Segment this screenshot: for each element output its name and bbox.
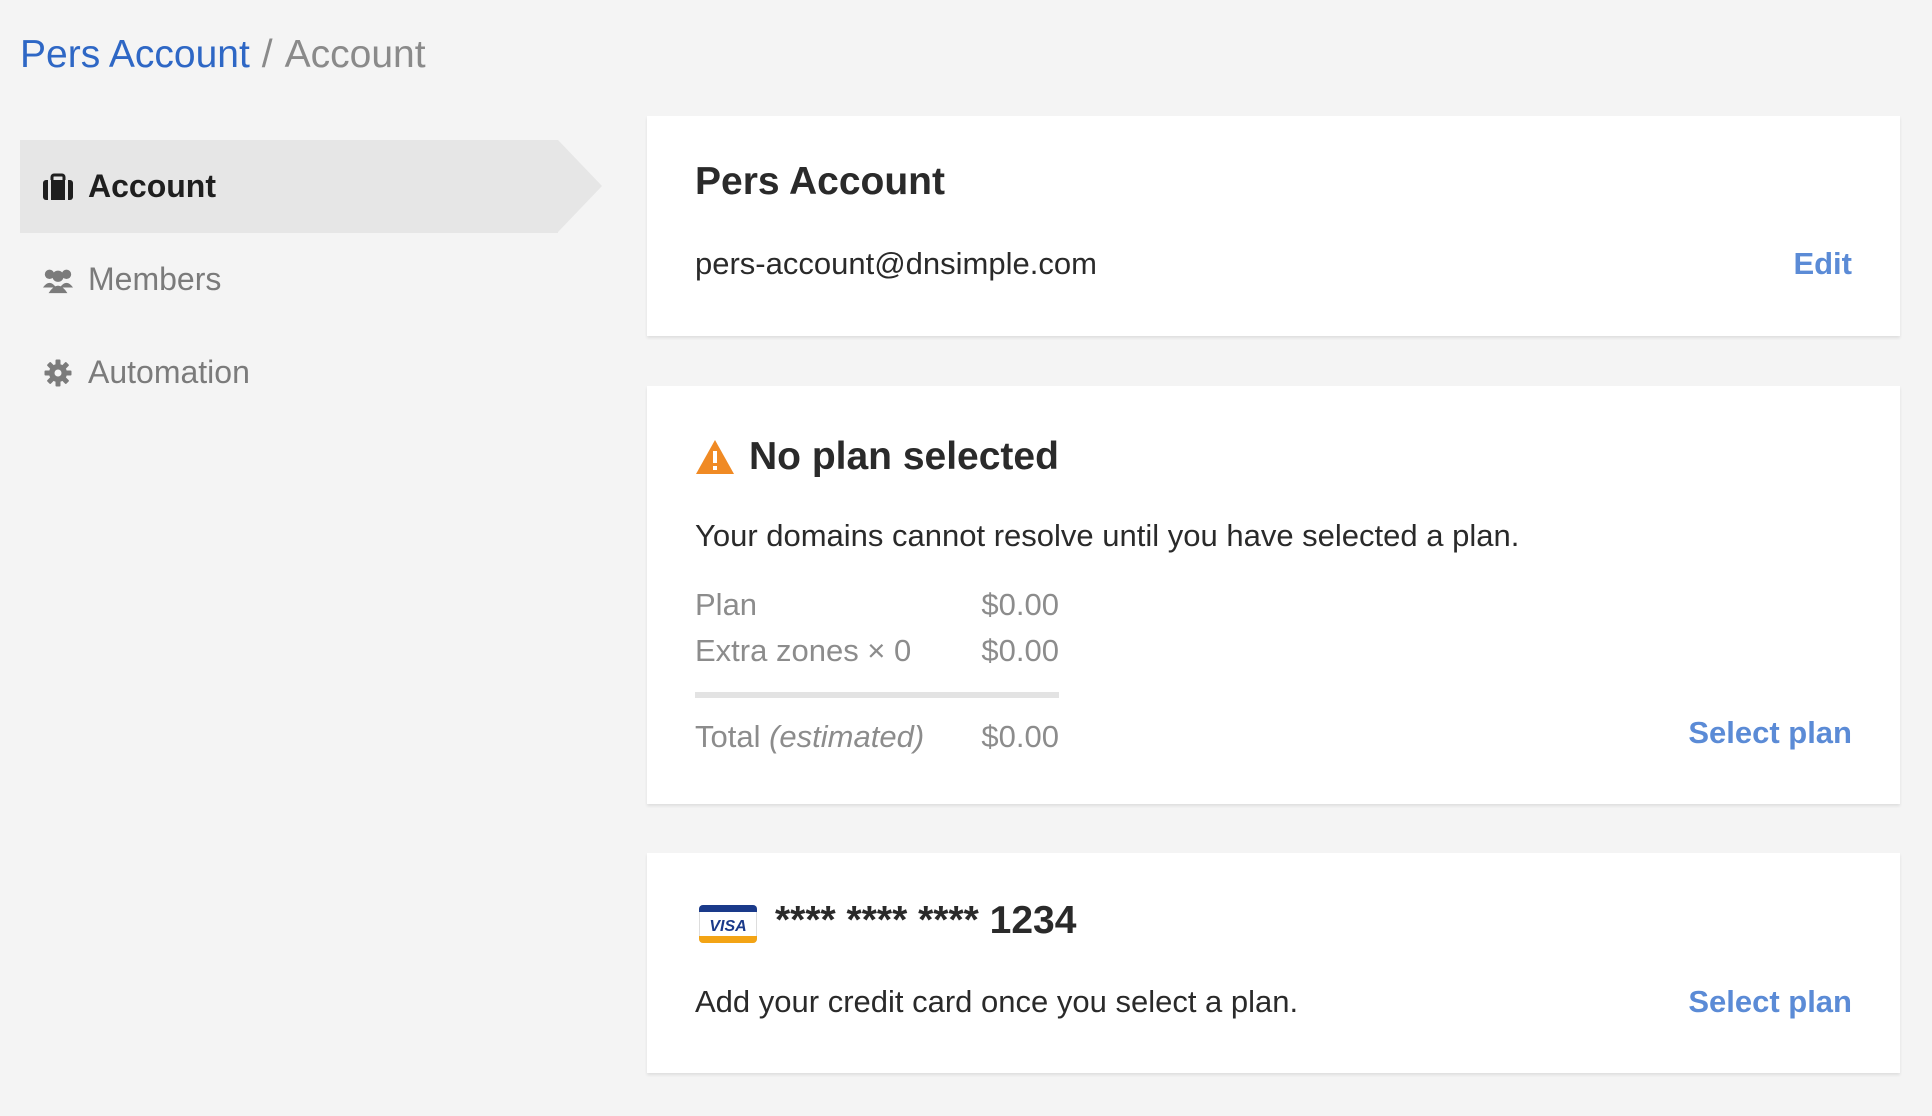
card-last4: 1234 — [989, 899, 1077, 942]
total-estimated-note: (estimated) — [769, 719, 925, 754]
breadcrumb-parent-link[interactable]: Pers Account — [20, 33, 250, 76]
visa-brand-text: VISA — [709, 918, 746, 935]
briefcase-icon — [42, 171, 74, 203]
account-card: Pers Account pers-account@dnsimple.com E… — [647, 116, 1900, 336]
select-plan-link[interactable]: Select plan — [1688, 715, 1852, 751]
payment-card: VISA **** **** **** 1234 Add your credit… — [647, 853, 1900, 1073]
sidebar-item-automation[interactable]: Automation — [20, 326, 558, 419]
extra-zones-row: Extra zones × 0 $0.00 — [695, 628, 1059, 674]
sidebar: Account Members Automation — [20, 140, 602, 419]
card-message: Add your credit card once you select a p… — [695, 984, 1299, 1019]
plan-heading: No plan selected — [695, 435, 1059, 479]
breadcrumb-separator: / — [261, 33, 273, 76]
gear-icon — [42, 357, 74, 389]
select-plan-link-payment[interactable]: Select plan — [1688, 984, 1852, 1020]
sidebar-item-label: Account — [88, 168, 216, 204]
plan-row: Plan $0.00 — [695, 582, 1059, 628]
extra-zones-label: Extra zones × 0 — [695, 633, 912, 668]
plan-title: No plan selected — [749, 435, 1059, 478]
breadcrumb: Pers Account / Account — [20, 30, 426, 80]
account-title: Pers Account — [695, 160, 945, 203]
plan-row-label: Plan — [695, 587, 758, 622]
total-label: Total — [695, 719, 761, 754]
plan-row-value: $0.00 — [981, 587, 1059, 622]
extra-zones-value: $0.00 — [981, 633, 1059, 668]
breadcrumb-current: Account — [284, 33, 426, 76]
total-label-group: Total (estimated) — [695, 719, 924, 755]
card-number-masked: **** **** **** — [775, 899, 979, 942]
visa-card-icon: VISA — [699, 905, 757, 943]
users-icon — [42, 264, 74, 296]
plan-card: No plan selected Your domains cannot res… — [647, 386, 1900, 804]
total-row: Total (estimated) $0.00 — [695, 714, 1059, 760]
sidebar-item-account[interactable]: Account — [20, 140, 602, 233]
plan-divider — [695, 692, 1059, 698]
account-email: pers-account@dnsimple.com — [695, 246, 1097, 281]
card-number: **** **** **** 1234 — [775, 899, 1076, 943]
sidebar-item-label: Members — [88, 261, 222, 297]
plan-cost-table: Plan $0.00 Extra zones × 0 $0.00 Total (… — [695, 582, 1059, 760]
total-value: $0.00 — [981, 719, 1059, 754]
warning-icon — [695, 439, 735, 475]
plan-warning-message: Your domains cannot resolve until you ha… — [695, 518, 1520, 553]
edit-account-link[interactable]: Edit — [1793, 246, 1852, 282]
sidebar-item-members[interactable]: Members — [20, 233, 558, 326]
sidebar-item-label: Automation — [88, 354, 250, 390]
